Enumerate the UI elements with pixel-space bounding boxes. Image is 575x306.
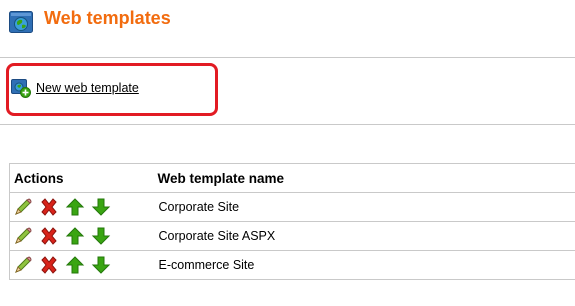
move-down-arrow-icon[interactable] [91, 255, 111, 275]
page: Web templates New web template Actions W… [0, 0, 575, 306]
new-web-template-icon [11, 79, 31, 98]
column-header-name[interactable]: Web template name [154, 163, 575, 193]
row-actions [9, 192, 155, 222]
column-header-actions: Actions [9, 163, 155, 193]
divider-bottom [0, 124, 575, 125]
divider-top [0, 57, 575, 58]
table-header-row: Actions Web template name [9, 163, 575, 193]
new-web-template-link[interactable]: New web template [11, 77, 139, 99]
edit-pencil-icon[interactable] [13, 255, 33, 275]
page-header: Web templates [0, 0, 575, 42]
delete-x-icon[interactable] [39, 197, 59, 217]
web-templates-table: Actions Web template name Corporate Site… [9, 163, 575, 280]
template-name: Corporate Site ASPX [154, 221, 575, 251]
table-row: Corporate Site [9, 192, 575, 222]
web-template-globe-icon [9, 11, 33, 33]
delete-x-icon[interactable] [39, 226, 59, 246]
table-row: Corporate Site ASPX [9, 221, 575, 251]
move-down-arrow-icon[interactable] [91, 197, 111, 217]
move-up-arrow-icon[interactable] [65, 226, 85, 246]
move-down-arrow-icon[interactable] [91, 226, 111, 246]
table-row: E-commerce Site [9, 250, 575, 280]
new-web-template-label[interactable]: New web template [36, 81, 139, 95]
page-title: Web templates [44, 8, 171, 28]
edit-pencil-icon[interactable] [13, 197, 33, 217]
delete-x-icon[interactable] [39, 255, 59, 275]
template-name: E-commerce Site [154, 250, 575, 280]
row-actions [9, 221, 155, 251]
template-name: Corporate Site [154, 192, 575, 222]
move-up-arrow-icon[interactable] [65, 255, 85, 275]
row-actions [9, 250, 155, 280]
move-up-arrow-icon[interactable] [65, 197, 85, 217]
edit-pencil-icon[interactable] [13, 226, 33, 246]
